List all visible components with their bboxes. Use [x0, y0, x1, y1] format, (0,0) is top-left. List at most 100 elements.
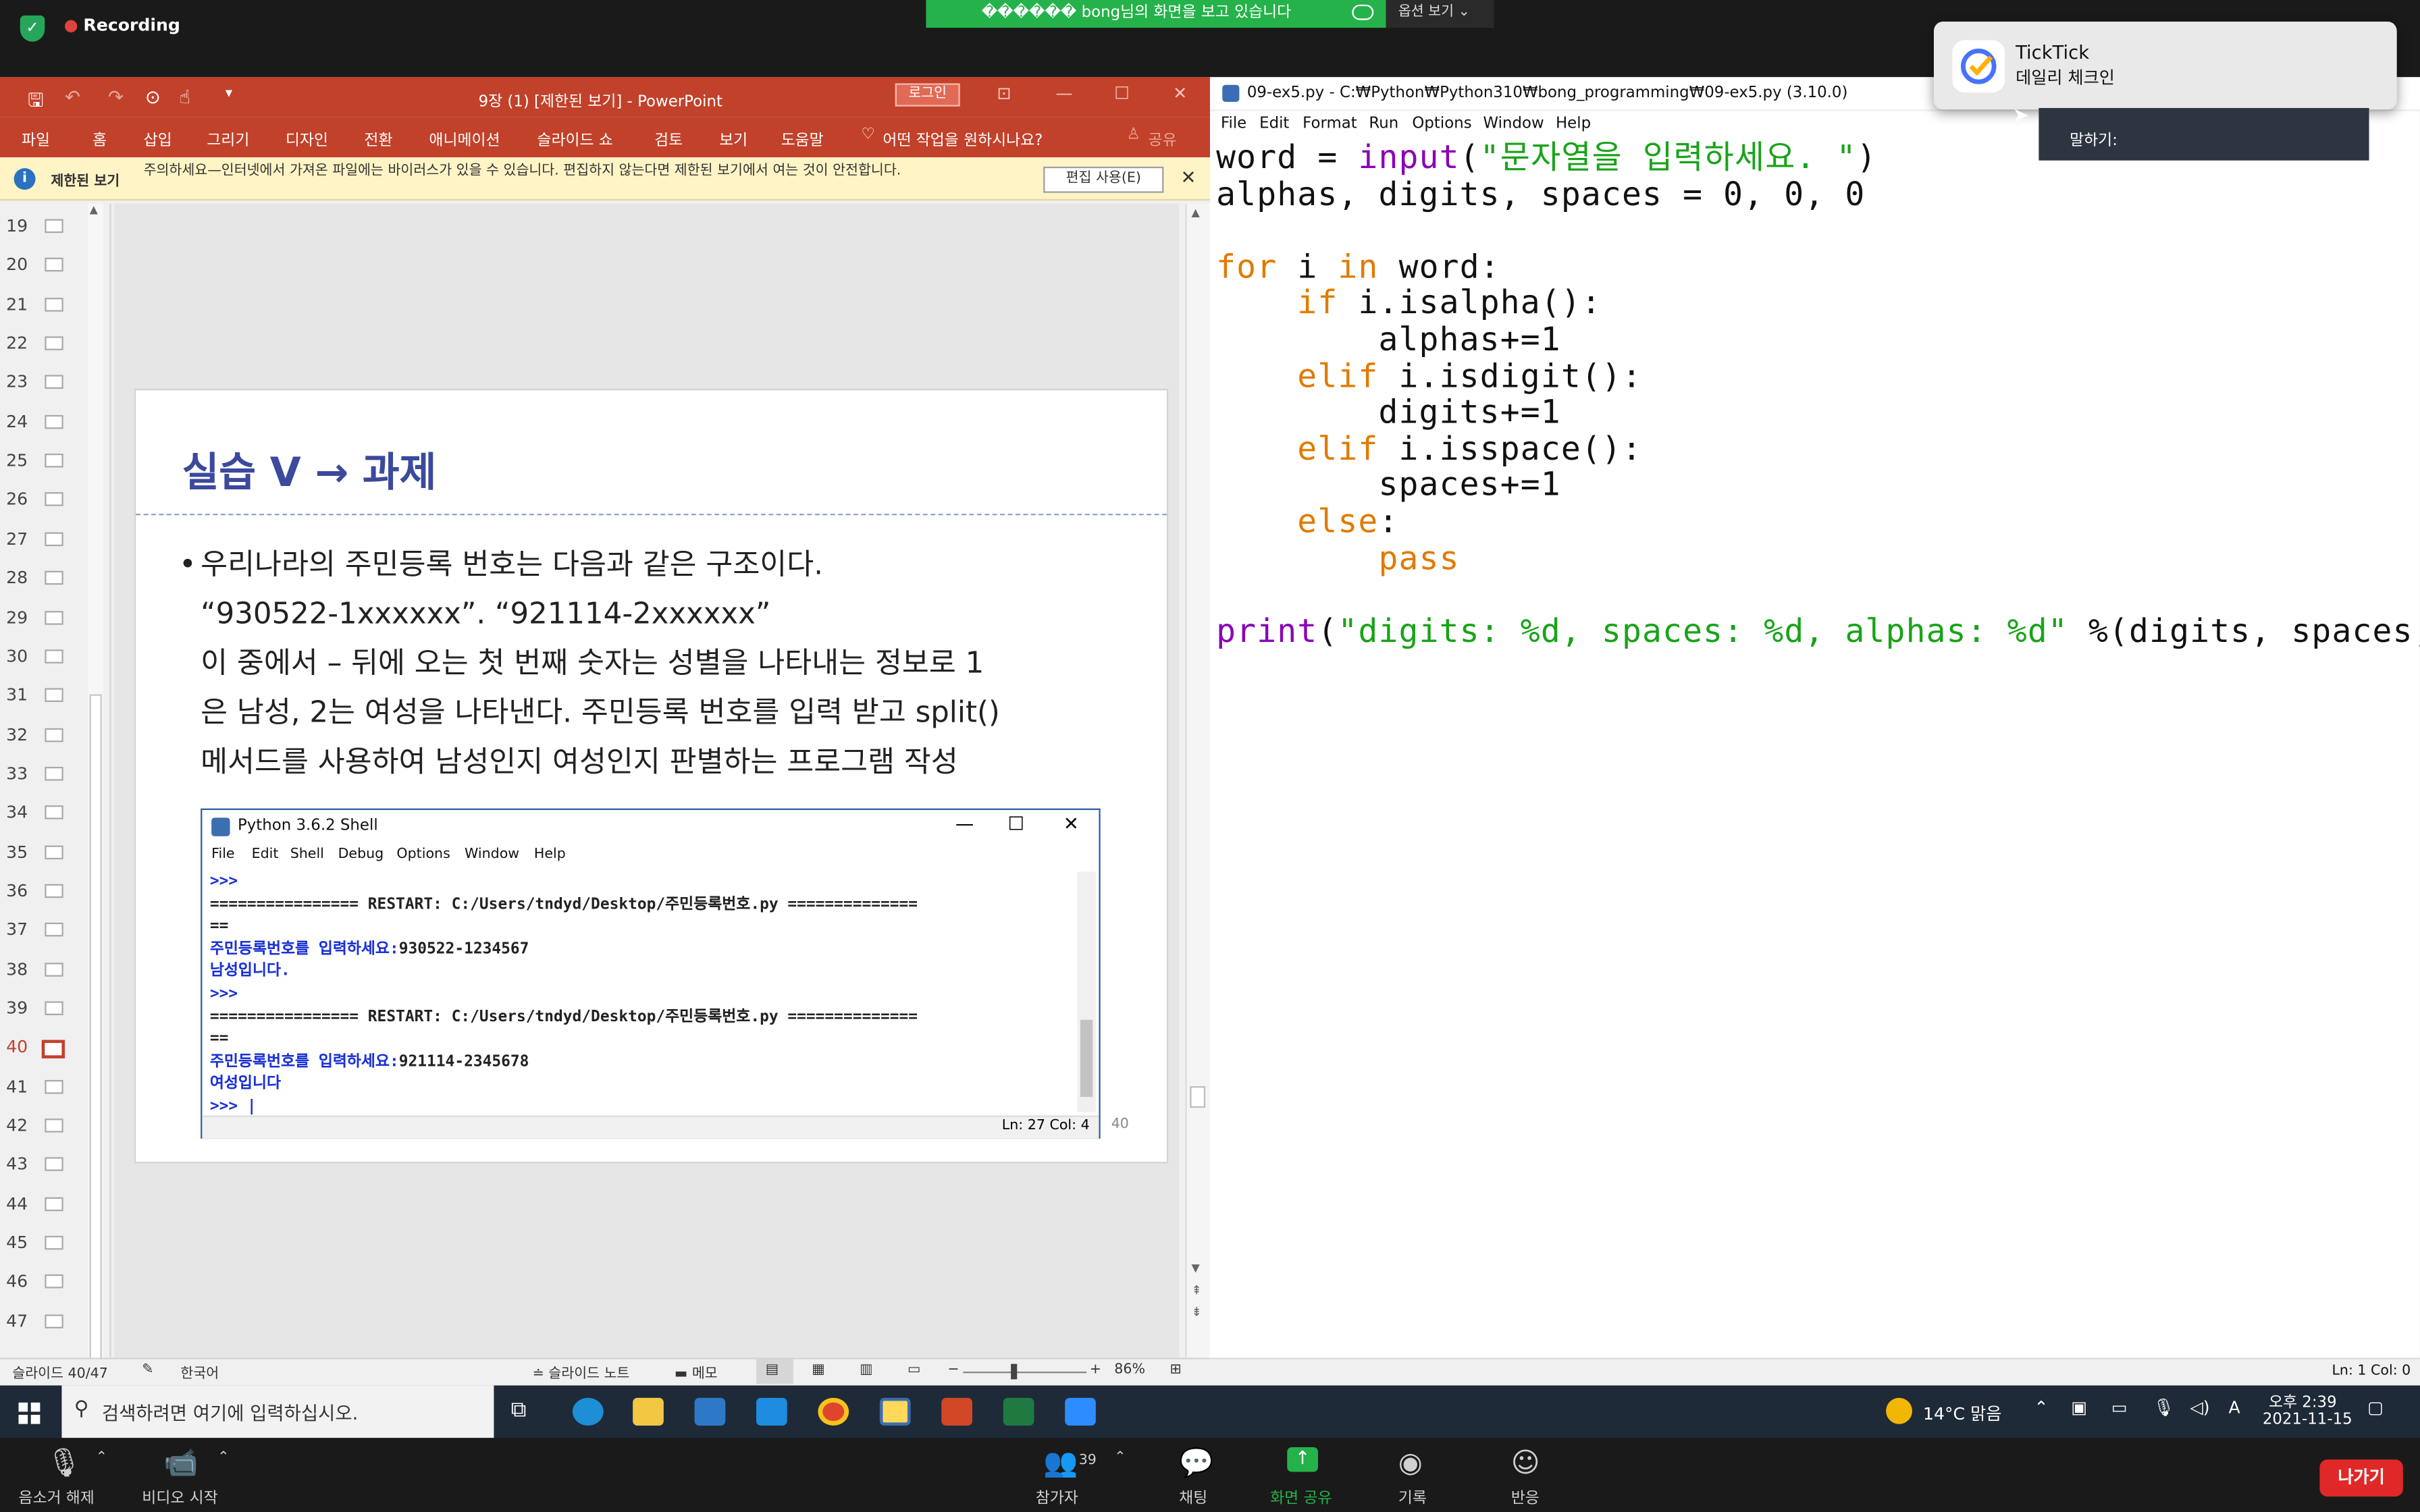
- tab-draw[interactable]: 그리기: [207, 126, 249, 150]
- video-off-icon[interactable]: 📹: [163, 1447, 198, 1480]
- idle-menu-format[interactable]: Format: [1303, 115, 1357, 132]
- zoom-in-icon[interactable]: +: [1090, 1362, 1101, 1378]
- tab-home[interactable]: 홈: [93, 126, 107, 150]
- taskbar-search-box[interactable]: ⚲ 검색하려면 여기에 입력하십시오.: [61, 1385, 494, 1438]
- slide-thumbnail[interactable]: [45, 688, 63, 703]
- slide-thumbnail-number[interactable]: 43: [6, 1155, 28, 1175]
- tab-design[interactable]: 디자인: [286, 126, 328, 150]
- customize-qat-icon[interactable]: ▾: [226, 86, 232, 102]
- clock-date[interactable]: 2021-11-15: [2263, 1411, 2352, 1428]
- share-button[interactable]: 공유: [1149, 126, 1177, 150]
- weather-text[interactable]: 14°C 맑음: [1923, 1401, 2001, 1426]
- tell-me-input[interactable]: 어떤 작업을 원하시나요?: [883, 126, 1043, 150]
- slide-thumbnail-number[interactable]: 27: [6, 529, 28, 549]
- ime-indicator[interactable]: A: [2229, 1398, 2240, 1418]
- tab-help[interactable]: 도움말: [781, 126, 824, 150]
- previous-slide-icon[interactable]: ⇞: [1192, 1284, 1202, 1298]
- zoom-level[interactable]: 86%: [1114, 1362, 1145, 1378]
- windows-start-icon[interactable]: [18, 1401, 41, 1424]
- participants-icon[interactable]: 👥: [1043, 1447, 1078, 1480]
- defender-icon[interactable]: ▣: [2071, 1398, 2087, 1418]
- volume-icon[interactable]: ◁): [2190, 1398, 2209, 1418]
- slide-thumbnail[interactable]: [45, 805, 63, 820]
- slide-thumbnail[interactable]: [45, 1236, 63, 1250]
- scroll-up-icon[interactable]: ▲: [1192, 207, 1200, 219]
- chrome-icon[interactable]: [818, 1397, 849, 1426]
- slide-thumbnail[interactable]: [45, 1274, 63, 1289]
- enable-editing-button[interactable]: 편집 사용(E): [1043, 166, 1164, 193]
- share-screen-label[interactable]: 화면 공유: [1270, 1484, 1332, 1507]
- slideshow-view-icon[interactable]: ▭: [908, 1362, 920, 1378]
- slide-thumbnail-number[interactable]: 31: [6, 685, 28, 705]
- touch-mode-icon[interactable]: ☝: [179, 86, 190, 108]
- slide-thumbnail-number[interactable]: 20: [6, 255, 28, 275]
- tab-review[interactable]: 검토: [654, 126, 683, 150]
- next-slide-icon[interactable]: ⇟: [1192, 1305, 1202, 1320]
- reactions-label[interactable]: 반응: [1511, 1484, 1540, 1507]
- share-screen-icon[interactable]: ↑: [1287, 1447, 1318, 1472]
- tab-slideshow[interactable]: 슬라이드 쇼: [537, 126, 612, 150]
- tab-insert[interactable]: 삽입: [144, 126, 172, 150]
- idle-menu-file[interactable]: File: [1221, 115, 1246, 132]
- weather-sun-icon[interactable]: [1886, 1397, 1912, 1424]
- slide-thumbnail[interactable]: [45, 649, 63, 664]
- slide-thumbnail[interactable]: [45, 1001, 63, 1015]
- record-label[interactable]: 기록: [1398, 1484, 1427, 1507]
- python-idle-icon[interactable]: [879, 1397, 911, 1426]
- scroll-down-icon[interactable]: ▼: [1192, 1262, 1200, 1274]
- ticktick-notification[interactable]: TickTick 데일리 체크인: [1933, 21, 2397, 110]
- slide-thumbnail[interactable]: [45, 414, 63, 429]
- slide-thumbnail-number[interactable]: 37: [6, 920, 28, 940]
- mail-icon[interactable]: [756, 1397, 787, 1426]
- slide-thumbnail-number[interactable]: 36: [6, 881, 28, 901]
- idle-menu-help[interactable]: Help: [1556, 115, 1591, 132]
- slide-thumbnail-number[interactable]: 19: [6, 216, 28, 236]
- save-icon[interactable]: 🖫: [28, 86, 43, 119]
- slide-thumbnail-number[interactable]: 41: [6, 1077, 28, 1097]
- slide-thumbnail-number[interactable]: 24: [6, 412, 28, 432]
- microphone-icon[interactable]: 🎙: [2153, 1398, 2175, 1418]
- clock-time[interactable]: 오후 2:39: [2269, 1388, 2337, 1411]
- slide-thumbnail-number[interactable]: 28: [6, 568, 28, 588]
- fit-slide-icon[interactable]: ⊞: [1170, 1362, 1182, 1378]
- slide-thumbnail-number[interactable]: 34: [6, 803, 28, 823]
- present-icon[interactable]: ⊙: [145, 86, 161, 108]
- language-label[interactable]: 한국어: [180, 1362, 219, 1382]
- slide-thumbnail[interactable]: [45, 532, 63, 546]
- edge-icon[interactable]: [572, 1397, 604, 1426]
- slide-thumbnail-number[interactable]: 42: [6, 1116, 28, 1136]
- reactions-icon[interactable]: ☺: [1511, 1447, 1540, 1480]
- excel-icon[interactable]: [1003, 1397, 1034, 1426]
- slide-thumbnail-number[interactable]: 32: [6, 724, 28, 745]
- minimize-icon[interactable]: —: [1055, 83, 1072, 103]
- login-button[interactable]: 로그인: [895, 83, 960, 107]
- spellcheck-icon[interactable]: ✎: [142, 1362, 153, 1378]
- idle-menu-edit[interactable]: Edit: [1259, 115, 1289, 132]
- slide-thumbnail-number[interactable]: 39: [6, 998, 28, 1019]
- slide-thumbnail[interactable]: [45, 766, 63, 781]
- zoom-slider-thumb[interactable]: [1011, 1364, 1018, 1380]
- slide-thumbnail-number[interactable]: 38: [6, 959, 28, 979]
- participants-options-icon[interactable]: ⌃: [1114, 1451, 1126, 1466]
- view-options-button[interactable]: 옵션 보기 ⌄: [1386, 0, 1494, 28]
- record-icon[interactable]: ◉: [1398, 1447, 1423, 1480]
- slide-thumbnail-number[interactable]: 22: [6, 333, 28, 354]
- slide-thumbnail-number[interactable]: 46: [6, 1272, 28, 1292]
- tray-expand-icon[interactable]: ⌃: [2034, 1398, 2049, 1418]
- slide-thumbnail-number[interactable]: 26: [6, 490, 28, 510]
- notes-button[interactable]: ≐ 슬라이드 노트: [533, 1362, 630, 1382]
- slide-thumbnail-number[interactable]: 29: [6, 607, 28, 627]
- comments-button[interactable]: ▬ 메모: [675, 1362, 718, 1382]
- notifications-icon[interactable]: ▢: [2367, 1398, 2384, 1418]
- tab-file[interactable]: 파일: [22, 126, 50, 150]
- slide-thumbnail[interactable]: [45, 727, 63, 742]
- network-icon[interactable]: ▭: [2111, 1398, 2128, 1418]
- close-infobar-icon[interactable]: ✕: [1181, 167, 1196, 188]
- slide-thumbnail[interactable]: [45, 375, 63, 389]
- unmute-label[interactable]: 음소거 해제: [18, 1484, 94, 1507]
- start-video-label[interactable]: 비디오 시작: [142, 1484, 217, 1507]
- thumbnail-scroll-thumb[interactable]: [89, 694, 102, 1420]
- slide-thumbnail-number[interactable]: 40: [6, 1037, 28, 1058]
- slide-thumbnail[interactable]: [45, 923, 63, 938]
- video-options-icon[interactable]: ⌃: [217, 1451, 229, 1466]
